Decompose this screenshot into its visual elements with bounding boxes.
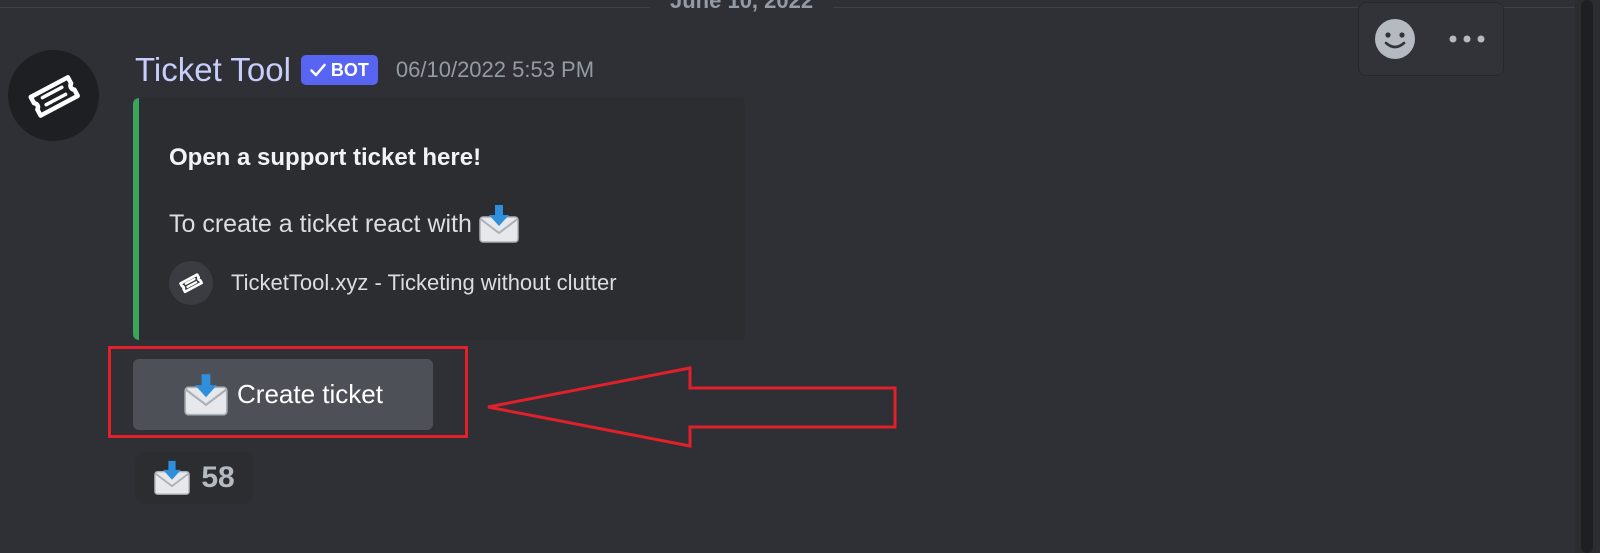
embed-description: To create a ticket react with [169, 204, 520, 244]
bot-tag: BOT [300, 55, 378, 85]
message-header: Ticket Tool BOT 06/10/2022 5:53 PM [135, 48, 594, 92]
create-ticket-label: Create ticket [237, 379, 383, 409]
footer-text: TicketTool.xyz - Ticketing without clutt… [231, 270, 617, 295]
ticket-icon [179, 273, 203, 294]
reaction-envelope[interactable]: 58 [135, 452, 253, 504]
date-label: June 10, 2022 [650, 0, 834, 14]
more-options-button[interactable] [1439, 11, 1495, 67]
ticket-icon [28, 74, 80, 118]
scrollbar[interactable] [1575, 0, 1600, 553]
add-reaction-icon [1375, 19, 1415, 59]
scrollbar-thumb[interactable] [1581, 0, 1593, 553]
username[interactable]: Ticket Tool [135, 51, 291, 89]
add-reaction-button[interactable] [1367, 11, 1423, 67]
embed-description-text: To create a ticket react with [169, 209, 472, 238]
reaction-count: 58 [201, 461, 235, 494]
envelope-with-arrow-icon [154, 460, 191, 495]
embed-title: Open a support ticket here! [169, 144, 482, 171]
embed: Open a support ticket here! To create a … [133, 98, 745, 340]
envelope-with-arrow-icon [184, 373, 228, 416]
create-ticket-button[interactable]: Create ticket [133, 359, 433, 430]
timestamp[interactable]: 06/10/2022 5:53 PM [396, 57, 594, 83]
message-hover-toolbar [1358, 2, 1504, 76]
footer-icon [169, 261, 213, 305]
bot-tag-label: BOT [330, 59, 369, 80]
envelope-with-arrow-icon [479, 205, 519, 243]
check-icon [310, 63, 326, 77]
date-divider: June 10, 2022 [0, 0, 1575, 16]
embed-footer: TicketTool.xyz - Ticketing without clutt… [169, 261, 617, 305]
more-options-icon [1449, 35, 1485, 43]
avatar[interactable] [8, 50, 99, 141]
annotation-arrow [487, 366, 897, 448]
